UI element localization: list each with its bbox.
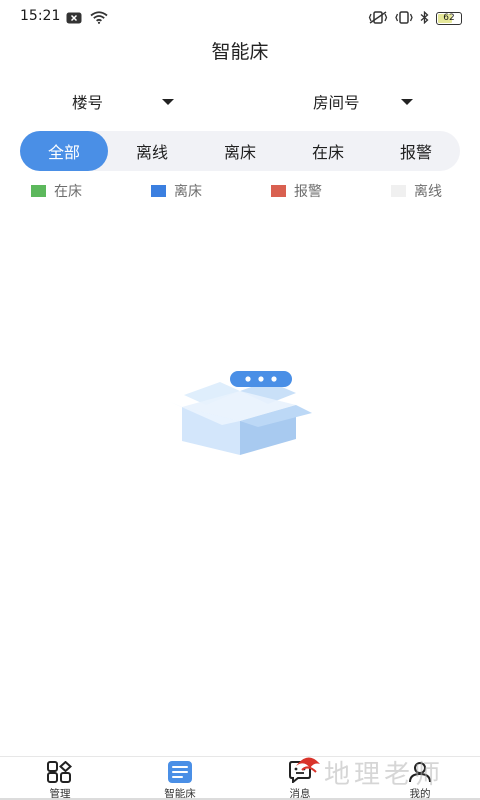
- nav-item-smart-bed[interactable]: 智能床: [150, 760, 210, 800]
- tab-all[interactable]: 全部: [20, 131, 108, 171]
- status-right-icons: 62: [368, 9, 462, 28]
- battery-icon: 62: [436, 12, 462, 25]
- tab-label: 离线: [135, 143, 168, 162]
- room-select-label: 房间号: [313, 94, 360, 112]
- floor-select[interactable]: 楼号: [72, 90, 176, 114]
- caret-down-icon: [162, 99, 174, 105]
- legend-label: 离线: [414, 184, 442, 200]
- nav-item-manage[interactable]: 管理: [30, 760, 90, 800]
- battery-text: 62: [443, 13, 455, 23]
- chat-icon: [285, 760, 315, 784]
- bottom-nav: 管理 智能床 消息 我的: [0, 756, 480, 800]
- empty-box-icon: [164, 369, 316, 459]
- status-left-icons: [66, 9, 108, 28]
- legend: 在床 离床 报警 离线: [0, 181, 480, 201]
- nav-item-mine[interactable]: 我的: [390, 760, 450, 800]
- notification-x-icon: [66, 9, 82, 28]
- wifi-icon: [90, 9, 108, 28]
- legend-item-out-of-bed: 离床: [151, 181, 202, 201]
- legend-item-in-bed: 在床: [31, 181, 82, 201]
- tab-label: 在床: [311, 143, 344, 162]
- status-bar: 15:21 62: [0, 0, 480, 34]
- legend-swatch: [271, 185, 286, 197]
- page-title: 智能床: [211, 41, 269, 63]
- legend-label: 报警: [294, 184, 322, 200]
- nav-item-messages[interactable]: 消息: [270, 760, 330, 800]
- tab-in-bed[interactable]: 在床: [284, 131, 372, 171]
- floor-select-label: 楼号: [72, 94, 104, 112]
- list-doc-icon: [165, 760, 195, 784]
- grid-icon: [45, 760, 75, 784]
- tab-alarm[interactable]: 报警: [372, 131, 460, 171]
- legend-item-offline: 离线: [391, 181, 442, 201]
- vibrate-icon: [368, 9, 388, 28]
- caret-down-icon: [401, 99, 413, 105]
- legend-swatch: [31, 185, 46, 197]
- legend-item-alarm: 报警: [271, 181, 322, 201]
- tab-label: 全部: [47, 143, 80, 162]
- legend-swatch: [391, 185, 406, 197]
- user-icon: [405, 760, 435, 784]
- tab-label: 离床: [223, 143, 256, 162]
- nfc-icon: [395, 9, 413, 28]
- room-select[interactable]: 房间号: [313, 90, 415, 114]
- legend-swatch: [151, 185, 166, 197]
- tab-label: 报警: [399, 143, 432, 162]
- status-time: 15:21: [20, 8, 61, 24]
- legend-label: 在床: [54, 184, 82, 200]
- tab-offline[interactable]: 离线: [108, 131, 196, 171]
- tab-out-of-bed[interactable]: 离床: [196, 131, 284, 171]
- bluetooth-icon: [420, 9, 429, 28]
- status-tabs: 全部 离线 离床 在床 报警: [20, 131, 460, 171]
- legend-label: 离床: [174, 184, 202, 200]
